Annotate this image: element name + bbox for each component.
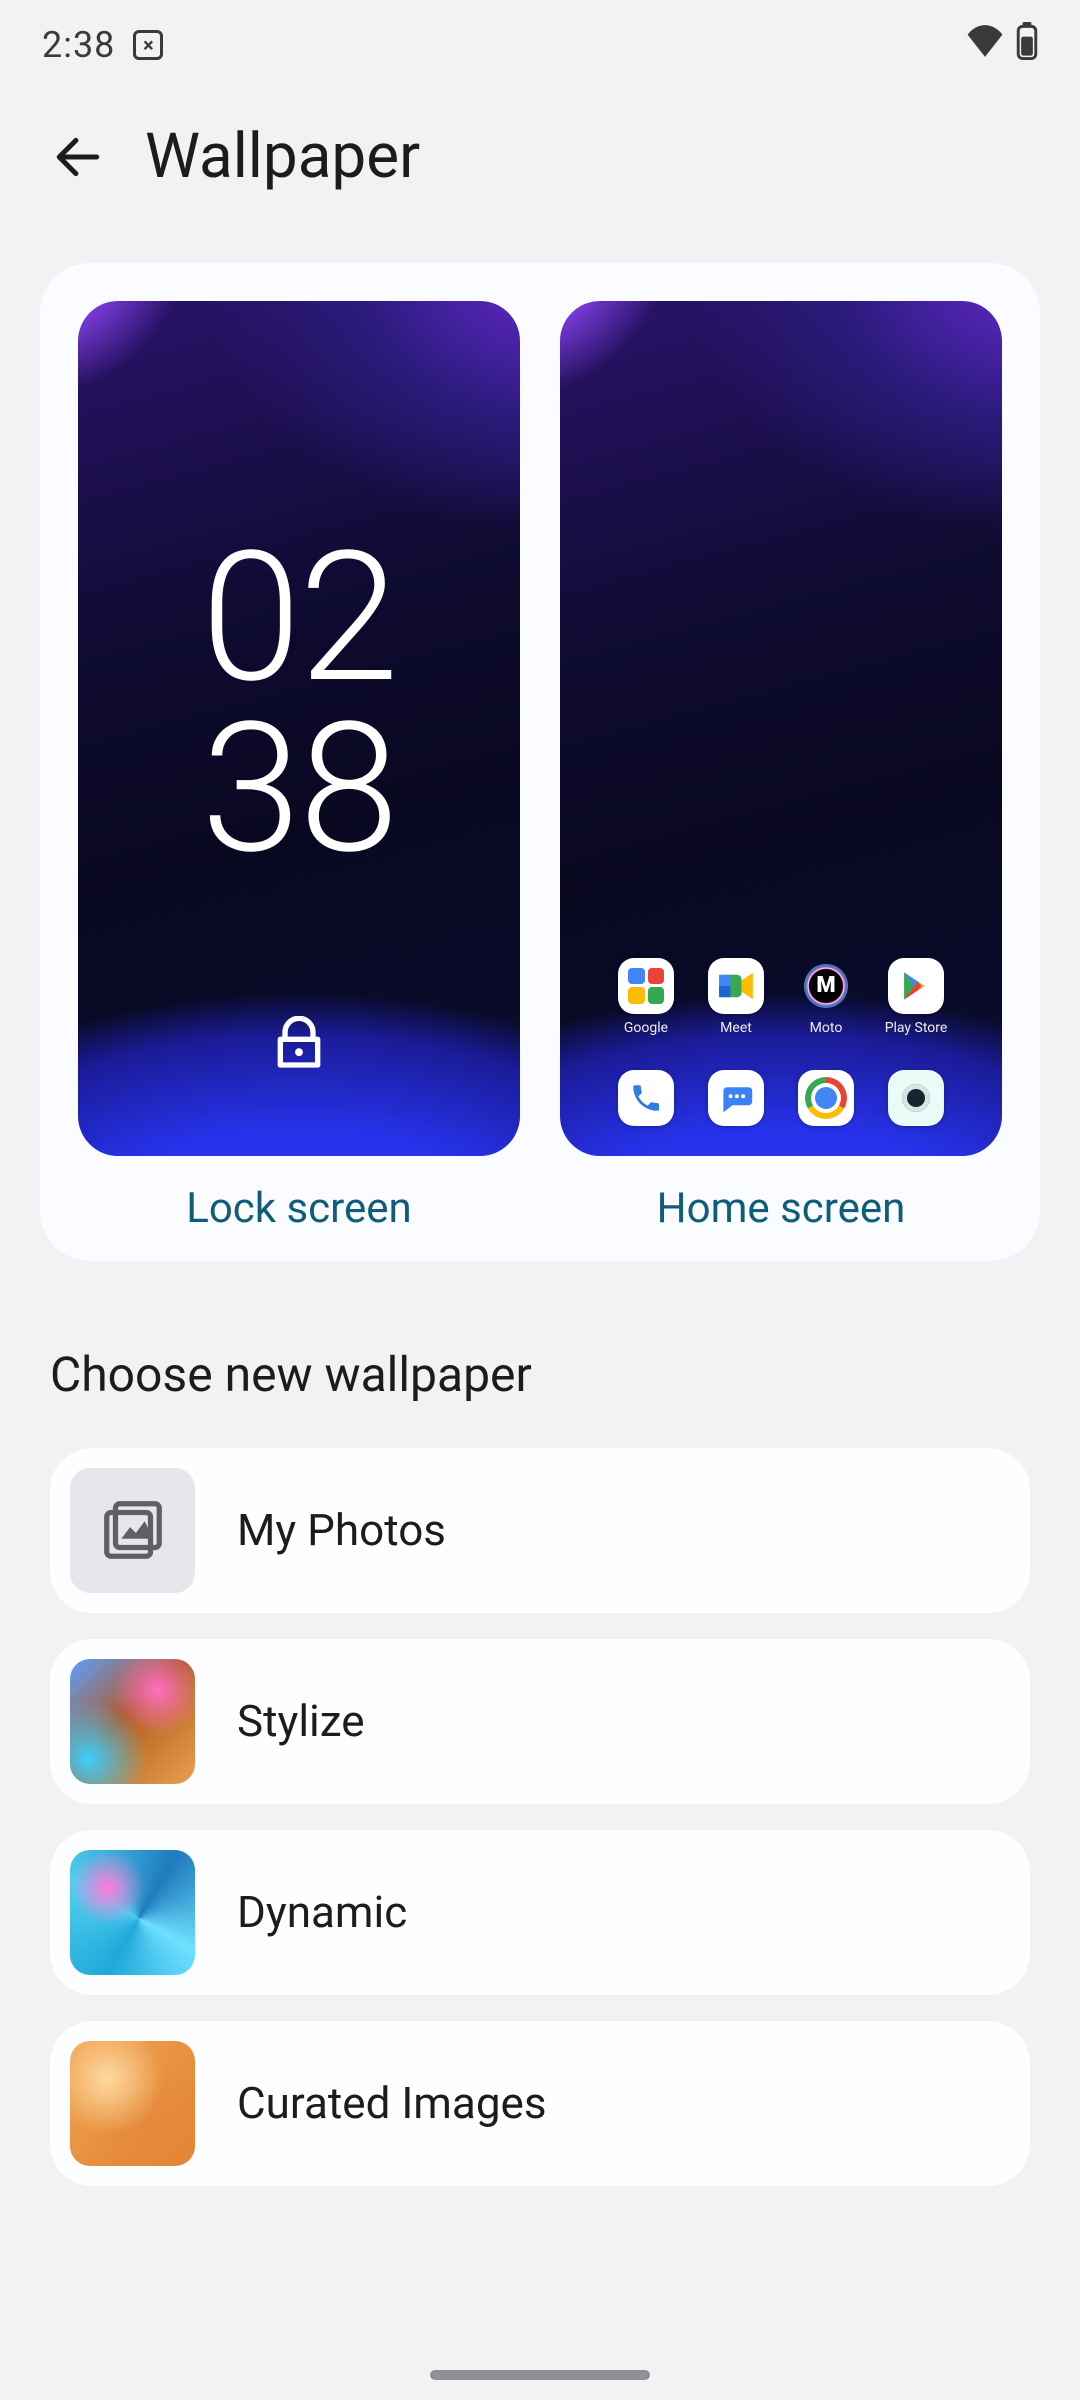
app-play-store: Play Store — [885, 958, 948, 1036]
wallpaper-preview-card: 02 38 Lock screen Google — [40, 263, 1040, 1261]
home-screen-caption: Home screen — [657, 1184, 906, 1233]
category-dynamic[interactable]: Dynamic — [50, 1830, 1030, 1995]
lock-clock-hour: 02 — [201, 532, 397, 703]
section-title: Choose new wallpaper — [50, 1346, 1030, 1403]
status-bar: 2:38 × — [0, 0, 1080, 90]
phone-icon — [618, 1070, 674, 1126]
app-phone — [618, 1070, 674, 1126]
moto-icon: M — [798, 958, 854, 1014]
app-label: Moto — [810, 1020, 843, 1036]
wifi-icon — [966, 24, 1004, 66]
messages-icon — [708, 1070, 764, 1126]
category-stylize[interactable]: Stylize — [50, 1639, 1030, 1804]
nav-handle[interactable] — [430, 2370, 650, 2380]
home-screen-preview-col: Google Meet M Moto — [560, 301, 1002, 1233]
my-photos-thumb — [70, 1468, 195, 1593]
google-folder-icon — [618, 958, 674, 1014]
back-button[interactable] — [50, 129, 105, 184]
lock-screen-preview-col: 02 38 Lock screen — [78, 301, 520, 1233]
app-meet: Meet — [708, 958, 764, 1036]
home-screen-preview[interactable]: Google Meet M Moto — [560, 301, 1002, 1156]
dynamic-thumb — [70, 1850, 195, 1975]
lock-icon — [271, 1016, 327, 1076]
stylize-thumb — [70, 1659, 195, 1784]
photo-library-icon — [98, 1495, 168, 1565]
lock-clock-minute: 38 — [201, 703, 397, 874]
arrow-left-icon — [53, 132, 103, 182]
chrome-icon — [798, 1070, 854, 1126]
dismiss-icon: × — [133, 30, 163, 60]
curated-images-thumb — [70, 2041, 195, 2166]
app-chrome — [798, 1070, 854, 1126]
app-header: Wallpaper — [0, 90, 1080, 263]
battery-icon — [1016, 22, 1038, 69]
app-google: Google — [618, 958, 674, 1036]
lock-screen-clock: 02 38 — [201, 532, 397, 874]
category-list: My Photos Stylize Dynamic Curated Images — [50, 1448, 1030, 2186]
play-store-icon — [888, 958, 944, 1014]
meet-icon — [708, 958, 764, 1014]
category-my-photos[interactable]: My Photos — [50, 1448, 1030, 1613]
lock-screen-preview[interactable]: 02 38 — [78, 301, 520, 1156]
app-messages — [708, 1070, 764, 1126]
category-label: Stylize — [237, 1695, 365, 1747]
category-label: My Photos — [237, 1504, 446, 1556]
lock-screen-caption: Lock screen — [186, 1184, 412, 1233]
category-label: Dynamic — [237, 1886, 407, 1938]
camera-icon — [888, 1070, 944, 1126]
app-moto: M Moto — [798, 958, 854, 1036]
app-camera — [888, 1070, 944, 1126]
status-time: 2:38 — [42, 24, 115, 66]
page-title: Wallpaper — [145, 120, 420, 193]
app-label: Meet — [720, 1020, 752, 1036]
home-screen-apps: Google Meet M Moto — [560, 958, 1002, 1126]
category-label: Curated Images — [237, 2077, 547, 2129]
category-curated-images[interactable]: Curated Images — [50, 2021, 1030, 2186]
app-label: Play Store — [885, 1020, 948, 1036]
app-label: Google — [624, 1020, 668, 1036]
